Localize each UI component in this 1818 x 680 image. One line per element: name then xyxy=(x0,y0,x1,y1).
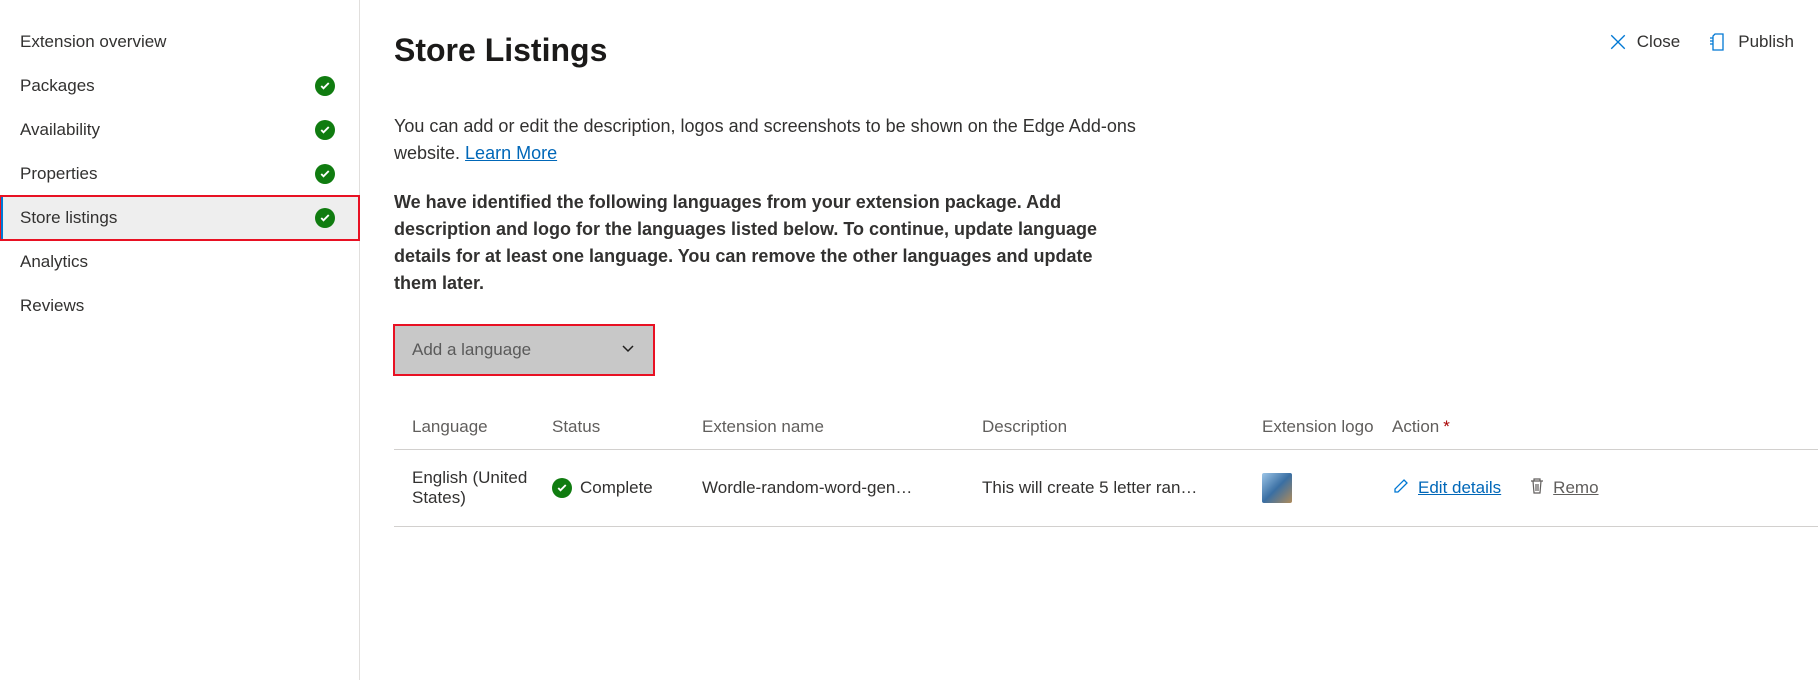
header-actions: Close Publish xyxy=(1609,32,1794,52)
checkmark-icon xyxy=(315,76,335,96)
publish-button[interactable]: Publish xyxy=(1708,32,1794,52)
add-language-dropdown-wrap: Add a language xyxy=(394,325,654,375)
remove-link[interactable]: Remo xyxy=(1529,477,1598,500)
table-header: Language Status Extension name Descripti… xyxy=(394,417,1818,450)
extension-logo-thumb xyxy=(1262,473,1292,503)
sidebar: Extension overview Packages Availability… xyxy=(0,0,360,680)
checkmark-icon xyxy=(315,208,335,228)
sidebar-item-store-listings[interactable]: Store listings xyxy=(0,196,359,240)
cell-extension-name: Wordle-random-word-gen… xyxy=(702,478,982,498)
main-content: Store Listings Close Publish You can add… xyxy=(360,0,1818,680)
pencil-icon xyxy=(1392,477,1410,500)
sidebar-item-label: Availability xyxy=(20,120,315,140)
checkmark-icon xyxy=(552,478,572,498)
cell-status: Complete xyxy=(552,478,702,498)
close-button[interactable]: Close xyxy=(1609,32,1680,52)
sidebar-item-analytics[interactable]: Analytics xyxy=(0,240,359,284)
page-title: Store Listings xyxy=(394,32,607,69)
col-header-extension-name: Extension name xyxy=(702,417,982,437)
sidebar-item-label: Extension overview xyxy=(20,32,335,52)
edit-details-label: Edit details xyxy=(1418,478,1501,498)
publish-icon xyxy=(1708,32,1728,52)
close-icon xyxy=(1609,33,1627,51)
col-header-action-label: Action xyxy=(1392,417,1439,437)
header-row: Store Listings Close Publish xyxy=(394,32,1818,69)
sidebar-item-availability[interactable]: Availability xyxy=(0,108,359,152)
col-header-status: Status xyxy=(552,417,702,437)
sidebar-item-extension-overview[interactable]: Extension overview xyxy=(0,20,359,64)
close-label: Close xyxy=(1637,32,1680,52)
add-language-dropdown[interactable]: Add a language xyxy=(394,325,654,375)
cell-description: This will create 5 letter ran… xyxy=(982,478,1262,498)
col-header-logo: Extension logo xyxy=(1262,417,1392,437)
col-header-action: Action * xyxy=(1392,417,1800,437)
publish-label: Publish xyxy=(1738,32,1794,52)
edit-details-link[interactable]: Edit details xyxy=(1392,477,1501,500)
remove-label: Remo xyxy=(1553,478,1598,498)
cell-logo xyxy=(1262,473,1392,503)
cell-language: English (United States) xyxy=(412,468,552,508)
listings-table: Language Status Extension name Descripti… xyxy=(394,417,1818,527)
sidebar-item-packages[interactable]: Packages xyxy=(0,64,359,108)
cell-actions: Edit details Remo xyxy=(1392,477,1800,500)
status-text: Complete xyxy=(580,478,653,498)
sidebar-item-label: Store listings xyxy=(20,208,315,228)
sidebar-item-label: Reviews xyxy=(20,296,335,316)
col-header-description: Description xyxy=(982,417,1262,437)
trash-icon xyxy=(1529,477,1545,500)
col-header-language: Language xyxy=(412,417,552,437)
sidebar-item-label: Analytics xyxy=(20,252,335,272)
sidebar-item-label: Packages xyxy=(20,76,315,96)
sidebar-item-reviews[interactable]: Reviews xyxy=(0,284,359,328)
checkmark-icon xyxy=(315,164,335,184)
required-asterisk-icon: * xyxy=(1443,417,1450,437)
table-row: English (United States) Complete Wordle-… xyxy=(394,450,1818,527)
chevron-down-icon xyxy=(620,340,636,361)
checkmark-icon xyxy=(315,120,335,140)
sidebar-item-label: Properties xyxy=(20,164,315,184)
notice-text: We have identified the following languag… xyxy=(394,189,1114,297)
dropdown-placeholder: Add a language xyxy=(412,340,531,360)
learn-more-link[interactable]: Learn More xyxy=(465,143,557,163)
sidebar-item-properties[interactable]: Properties xyxy=(0,152,359,196)
intro-text: You can add or edit the description, log… xyxy=(394,113,1154,167)
